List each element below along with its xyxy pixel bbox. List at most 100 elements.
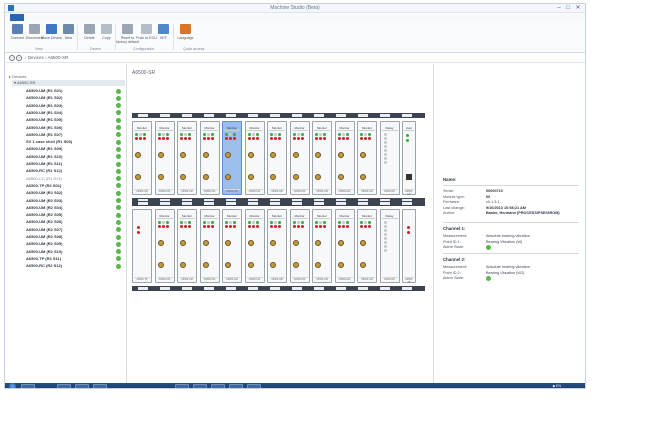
taskbar-app-button[interactable] — [75, 384, 89, 388]
connector-icon — [292, 262, 299, 268]
tree-node-rack[interactable]: ▾ A6500-SR — [12, 80, 125, 86]
tree-item-device[interactable]: A6500-UM (R2 S03) — [26, 198, 125, 204]
tree-item-device[interactable]: A6500-UM (R1 S03) — [26, 103, 125, 109]
rack-module-um[interactable]: Monitor A6500-UM — [244, 121, 265, 195]
new-button[interactable]: New — [60, 23, 77, 47]
status-ok-icon — [116, 241, 121, 247]
rack-module-um[interactable]: Monitor A6500-UM — [222, 209, 242, 283]
rack-module-um[interactable]: Monitor A6500-UM — [244, 209, 265, 283]
rack-module-um[interactable]: Monitor A6500-UM — [267, 121, 287, 195]
status-led-icon — [407, 226, 410, 229]
rack-module-rc[interactable]: Relay A6500-RC — [379, 121, 400, 195]
tree-item-device[interactable]: A6500-UM (R1 S02) — [26, 95, 125, 101]
reset-factory-button[interactable]: Reset to factory default — [116, 23, 139, 47]
rack-module-tp[interactable]: A6500-TP — [132, 209, 152, 283]
tree-item-device[interactable]: A6500-UM (R1 S09) — [26, 146, 125, 152]
rack-module-rc[interactable]: Relay A6500-RC — [379, 209, 400, 283]
rail-slot — [270, 287, 280, 290]
rack-module-um[interactable]: Monitor A6500-UM — [267, 209, 287, 283]
taskbar-app-button[interactable] — [211, 384, 225, 388]
tree-item-device[interactable]: A6500-UM (R2 S09) — [26, 241, 125, 247]
tree-item-device[interactable]: A6500-CC (R1 S13) — [26, 176, 125, 182]
rack-module-um[interactable]: Monitor A6500-UM — [357, 121, 377, 195]
relay-led-icon — [383, 241, 387, 244]
start-button[interactable] — [9, 383, 16, 388]
rack-module-um[interactable]: Monitor A6500-UM — [334, 121, 355, 195]
taskbar-app-button[interactable] — [247, 384, 261, 388]
tree-item-label: SV 1 case shell (R1 S08) — [26, 139, 73, 145]
tree-item-device[interactable]: A6500-UM (R2 S06) — [26, 219, 125, 225]
forward-arrow-icon[interactable]: › — [16, 55, 22, 61]
tree-item-label: A6500-UM (R2 S06) — [26, 219, 63, 225]
minimize-button[interactable]: – — [555, 4, 563, 12]
tree-item-device[interactable]: A6500-UM (R2 S05) — [26, 212, 125, 218]
property-row: Serial: 00000710 — [443, 189, 583, 194]
status-led-icon — [278, 133, 281, 136]
close-button[interactable]: ✕ — [574, 4, 582, 12]
taskbar-app-button[interactable] — [93, 384, 107, 388]
rack-module-um[interactable]: Monitor A6500-UM — [132, 121, 152, 195]
status-ok-icon — [486, 245, 491, 251]
kef-button[interactable]: KEF — [155, 23, 172, 47]
tree-item-device[interactable]: SV 1 case shell (R1 S08) — [26, 139, 125, 145]
copy-button[interactable]: Copy — [98, 23, 115, 47]
rack-module-um[interactable]: Monitor A6500-UM — [312, 121, 332, 195]
back-arrow-icon[interactable]: ‹ — [9, 55, 15, 61]
ribbon-tabs — [5, 13, 585, 21]
rack-module-um[interactable]: Monitor A6500-UM — [199, 209, 220, 283]
rack-module-um[interactable]: Monitor A6500-UM — [334, 209, 355, 283]
status-led-icon — [137, 226, 140, 229]
connector-icon — [337, 152, 344, 158]
tree-item-device[interactable]: A6500-UM (R2 S02) — [26, 190, 125, 196]
rack-module-um[interactable]: Monitor A6500-UM — [357, 209, 377, 283]
rack-module-um[interactable]: Monitor A6500-UM — [312, 209, 332, 283]
tree-item-device[interactable]: A6500-UM (R1 S04) — [26, 110, 125, 116]
tree-item-device[interactable]: A6500-UM (R1 S01) — [26, 88, 125, 94]
tree-root-devices[interactable]: ▸ Devices — [9, 74, 26, 79]
tree-item-device[interactable]: A6500-UM (R2 S08) — [26, 234, 125, 240]
tree-item-device[interactable]: A6500-UM (R1 S06) — [26, 125, 125, 131]
tree-item-device[interactable]: A6500-UM (R2 S10) — [26, 249, 125, 255]
tree-item-device[interactable]: A6500-RC (R2 S12) — [26, 263, 125, 269]
rack-module-um[interactable]: Monitor A6500-UM — [177, 209, 197, 283]
channel-1-title: Channel 1: — [443, 226, 466, 231]
tree-item-device[interactable]: A6500-RC (R1 S12) — [26, 168, 125, 174]
system-tray[interactable]: ◆ EN — [552, 384, 561, 388]
rack-module-um[interactable]: Monitor A6500-UM — [177, 121, 197, 195]
tree-item-device[interactable]: A6500-TP (R2 S11) — [26, 256, 125, 262]
tree-item-device[interactable]: A6500-UM (R1 S10) — [26, 154, 125, 160]
rack-module-um[interactable]: Monitor A6500-UM — [199, 121, 220, 195]
rack-module-um[interactable]: Monitor A6500-UM — [154, 121, 175, 195]
rack-module-um[interactable]: Monitor A6500-UM — [289, 209, 310, 283]
tree-item-device[interactable]: A6500-UM (R1 S11) — [26, 161, 125, 167]
rack-module-um[interactable]: Monitor A6500-UM — [289, 121, 310, 195]
tree-item-device[interactable]: A6500-UM (R2 S04) — [26, 205, 125, 211]
taskbar-app-button[interactable] — [229, 384, 243, 388]
maximize-button[interactable]: □ — [564, 4, 572, 12]
status-led-icon — [135, 137, 138, 140]
rack-module-um[interactable]: Monitor A6500-UM — [222, 121, 242, 195]
module-leds — [270, 133, 286, 142]
tree-item-device[interactable]: A6500-TP (R2 S01) — [26, 183, 125, 189]
rack-module-um[interactable]: Monitor A6500-UM — [154, 209, 175, 283]
language-button[interactable]: Language — [177, 23, 194, 47]
file-tab[interactable] — [10, 14, 24, 21]
breadcrumb[interactable]: › Devices › A6500-SR — [25, 55, 68, 60]
taskbar-app-button[interactable] — [21, 384, 35, 388]
module-footer: A6500-UM — [201, 277, 218, 281]
rack-module-tp[interactable]: A6500-TP — [402, 209, 416, 284]
status-led-icon — [368, 133, 371, 136]
status-led-icon — [360, 225, 363, 228]
module-footer: A6500-UM — [336, 277, 353, 281]
tree-item-device[interactable]: A6500-UM (R1 S05) — [26, 117, 125, 123]
tree-item-device[interactable]: A6500-UM (R2 S07) — [26, 227, 125, 233]
status-led-icon — [255, 221, 259, 224]
rack-module-cc[interactable]: Com A6500-CC — [402, 121, 416, 196]
tree-item-device[interactable]: A6500-UM (R1 S07) — [26, 132, 125, 138]
ribbon-group-label: Quick access — [183, 47, 205, 51]
module-leds — [292, 221, 309, 230]
taskbar-app-button[interactable] — [57, 384, 71, 388]
taskbar-app-button[interactable] — [175, 384, 189, 388]
status-led-icon — [364, 133, 367, 136]
taskbar-app-button[interactable] — [193, 384, 207, 388]
